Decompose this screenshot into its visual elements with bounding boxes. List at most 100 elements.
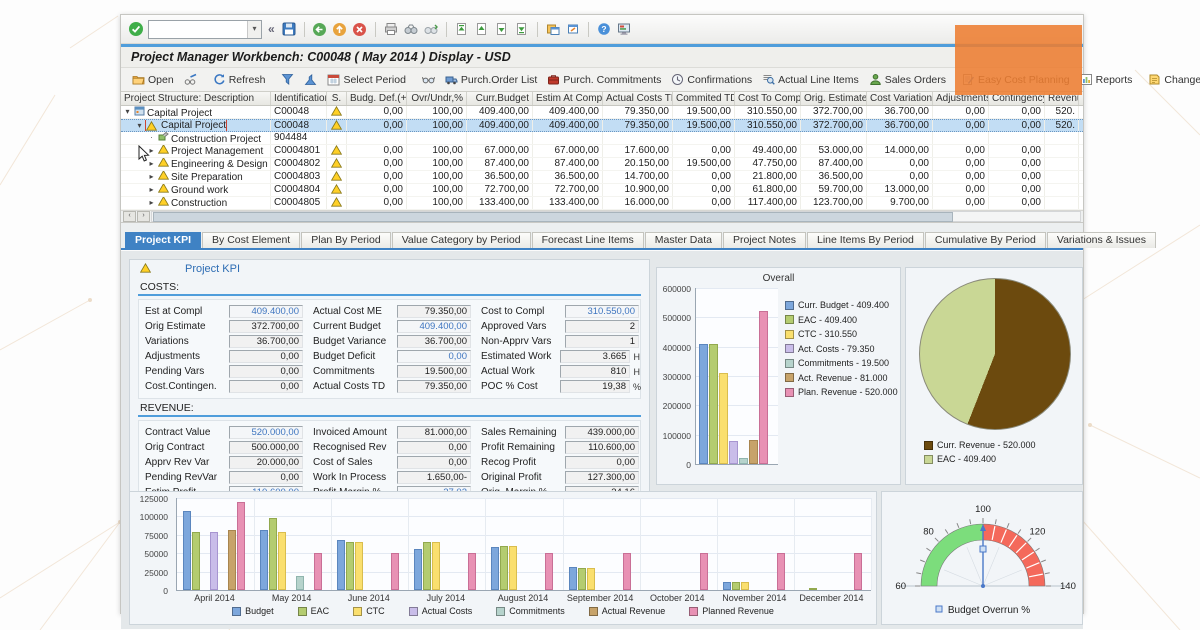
column-header-actual-costs-td[interactable]: Actual Costs TD [603, 92, 673, 105]
kpi-field-value[interactable]: 110.600,00 [565, 441, 639, 454]
scroll-left-button[interactable]: ‹ [123, 211, 136, 222]
table-horizontal-scrollbar[interactable]: ‹› [121, 210, 1083, 222]
toolbar-button-sales-orders[interactable]: Sales Orders [864, 72, 951, 87]
toolbar-button-filter-up-icon[interactable] [299, 72, 322, 87]
kpi-field-value[interactable]: 439.000,00 [565, 426, 639, 439]
table-row-project-management[interactable]: ▸Project ManagementC00048010,00100,0067.… [121, 145, 1083, 158]
kpi-field-value[interactable]: 0,00 [229, 380, 303, 393]
column-header-s[interactable]: S. [327, 92, 347, 105]
tree-expander-icon[interactable]: · [147, 132, 156, 144]
customize-icon[interactable] [616, 21, 632, 37]
column-header-cost-to-compl[interactable]: Cost To Compl [735, 92, 801, 105]
kpi-field-value[interactable]: 1.650,00- [397, 471, 471, 484]
print-icon[interactable] [383, 21, 399, 37]
table-row-engineering-design[interactable]: ▸Engineering & DesignC00048020,00100,008… [121, 158, 1083, 171]
find-icon[interactable] [403, 21, 419, 37]
toolbar-button-filter-down-icon[interactable] [276, 72, 299, 87]
toolbar-button-glasses-icon[interactable] [417, 72, 440, 87]
toolbar-button-change-log[interactable]: Change Log [1143, 72, 1200, 87]
tab-project-notes[interactable]: Project Notes [723, 232, 806, 248]
kpi-field-value[interactable]: 372.700,00 [229, 320, 303, 333]
kpi-field-value[interactable]: 19,38 [560, 380, 630, 393]
kpi-field-value[interactable]: 127.300,00 [565, 471, 639, 484]
scroll-right-button[interactable]: › [137, 211, 150, 222]
exit-icon[interactable] [332, 21, 348, 37]
tree-expander-icon[interactable]: ▸ [147, 184, 156, 196]
column-header-orig-estimate[interactable]: Orig. Estimate [801, 92, 867, 105]
table-row-capital-project[interactable]: ▾Capital ProjectC000480,00100,00409.400,… [121, 106, 1083, 119]
toolbar-button-purch-commitments[interactable]: Purch. Commitments [542, 72, 666, 87]
cancel-icon[interactable] [352, 21, 368, 37]
first-page-icon[interactable] [454, 21, 470, 37]
column-header-budg-def[interactable]: Budg. Def.(+/-) [347, 92, 407, 105]
column-header-commited-td[interactable]: Commited TD [673, 92, 735, 105]
toolbar-button-select-period[interactable]: Select Period [322, 72, 410, 87]
last-page-icon[interactable] [514, 21, 530, 37]
column-header-project-structure-description[interactable]: Project Structure: Description [121, 92, 271, 105]
kpi-field-value[interactable]: 409.400,00 [229, 305, 303, 318]
kpi-field-value[interactable]: 2 [565, 320, 639, 333]
kpi-field-value[interactable]: 810 [560, 365, 630, 378]
tab-variations-issues[interactable]: Variations & Issues [1047, 232, 1156, 248]
scroll-thumb[interactable] [153, 212, 953, 222]
kpi-field-value[interactable]: 0,00 [229, 471, 303, 484]
command-input[interactable] [149, 21, 247, 38]
kpi-field-value[interactable]: 36.700,00 [397, 335, 471, 348]
tab-by-cost-element[interactable]: By Cost Element [202, 232, 300, 248]
tab-project-kpi[interactable]: Project KPI [125, 232, 201, 248]
kpi-field-value[interactable]: 409.400,00 [397, 320, 471, 333]
kpi-field-value[interactable]: 79.350,00 [397, 305, 471, 318]
kpi-field-value[interactable]: 0,00 [229, 350, 303, 363]
kpi-field-value[interactable]: 500.000,00 [229, 441, 303, 454]
tree-expander-icon[interactable]: ▾ [123, 106, 132, 118]
continue-icon[interactable] [128, 21, 144, 37]
kpi-field-value[interactable]: 36.700,00 [229, 335, 303, 348]
tab-master-data[interactable]: Master Data [645, 232, 722, 248]
tab-value-category-by-period[interactable]: Value Category by Period [392, 232, 531, 248]
kpi-field-value[interactable]: 0,00 [229, 365, 303, 378]
column-header-identification[interactable]: Identification [271, 92, 327, 105]
kpi-field-value[interactable]: 310.550,00 [565, 305, 639, 318]
toolbar-button-purch-order-list[interactable]: Purch.Order List [440, 72, 542, 87]
back-icon[interactable] [312, 21, 328, 37]
column-header-cost-variations[interactable]: Cost Variations [867, 92, 933, 105]
table-row-construction[interactable]: ▸ConstructionC00048050,00100,00133.400,0… [121, 197, 1083, 210]
help-icon[interactable]: ? [596, 21, 612, 37]
kpi-field-value[interactable]: 3.665 [560, 350, 630, 363]
kpi-field-value[interactable]: 520.000,00 [229, 426, 303, 439]
table-row-ground-work[interactable]: ▸Ground workC00048040,00100,0072.700,007… [121, 184, 1083, 197]
command-field[interactable]: ▾ [148, 20, 262, 39]
kpi-field-value[interactable]: 19.500,00 [397, 365, 471, 378]
column-header-ovr-undr[interactable]: Ovr/Undr,% [407, 92, 467, 105]
tree-expander-icon[interactable]: ▸ [147, 171, 156, 183]
page-up-icon[interactable] [474, 21, 490, 37]
new-session-icon[interactable] [545, 21, 561, 37]
toolbar-button-open[interactable]: Open [127, 72, 179, 87]
kpi-field-value[interactable]: 1 [565, 335, 639, 348]
toolbar-button-actual-line-items[interactable]: Actual Line Items [757, 72, 864, 87]
page-down-icon[interactable] [494, 21, 510, 37]
tab-plan-by-period[interactable]: Plan By Period [301, 232, 390, 248]
find-next-icon[interactable] [423, 21, 439, 37]
kpi-field-value[interactable]: 0,00 [397, 456, 471, 469]
toolbar-button-display-change-icon[interactable] [179, 72, 202, 87]
table-row-site-preparation[interactable]: ▸Site PreparationC00048030,00100,0036.50… [121, 171, 1083, 184]
kpi-field-value[interactable]: 79.350,00 [397, 380, 471, 393]
kpi-field-value[interactable]: 81.000,00 [397, 426, 471, 439]
kpi-field-value[interactable]: 0,00 [397, 350, 471, 363]
column-header-curr-budget[interactable]: Curr.Budget [467, 92, 533, 105]
shortcut-icon[interactable] [565, 21, 581, 37]
tree-expander-icon[interactable]: ▸ [147, 197, 156, 209]
dropdown-icon[interactable]: ▾ [247, 21, 261, 38]
save-icon[interactable] [281, 21, 297, 37]
table-row-capital-project[interactable]: ▾Capital ProjectC000480,00100,00409.400,… [121, 119, 1083, 132]
tab-line-items-by-period[interactable]: Line Items By Period [807, 232, 924, 248]
kpi-field-value[interactable]: 0,00 [565, 456, 639, 469]
tree-expander-icon[interactable]: ▾ [135, 120, 144, 131]
toolbar-button-confirmations[interactable]: Confirmations [666, 72, 757, 87]
table-row-construction-project[interactable]: ·Construction Project904484 [121, 132, 1083, 145]
kpi-field-value[interactable]: 0,00 [397, 441, 471, 454]
toolbar-button-refresh[interactable]: Refresh [208, 72, 271, 87]
toolbar-button-reports[interactable]: Reports [1075, 72, 1138, 87]
tab-cumulative-by-period[interactable]: Cumulative By Period [925, 232, 1046, 248]
